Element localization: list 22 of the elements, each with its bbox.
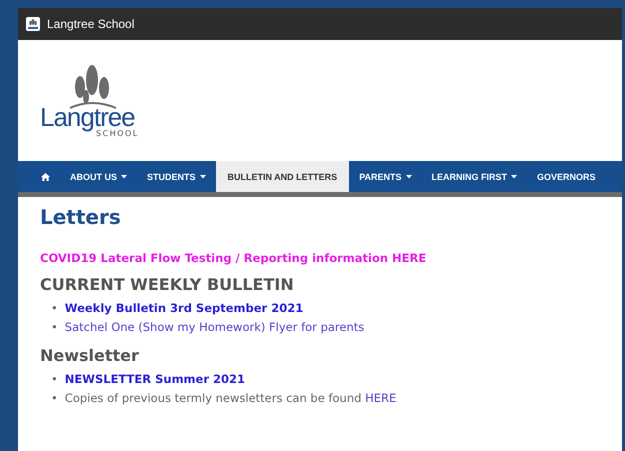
section-heading: CURRENT WEEKLY BULLETIN: [40, 275, 295, 294]
bullet: •: [51, 371, 58, 388]
bulletin-link[interactable]: Weekly Bulletin 3rd September 2021: [64, 299, 304, 318]
flyer-link[interactable]: Satchel One (Show my Homework) Flyer for parents: [64, 318, 364, 337]
covid-link[interactable]: COVID19 Lateral Flow Testing / Reporting information HERE: [40, 251, 426, 265]
here-link[interactable]: HERE: [365, 391, 396, 405]
window-title: Langtree School: [47, 17, 134, 31]
section-heading: Newsletter: [40, 346, 140, 365]
school-logo[interactable]: Langtree SCHOOL: [40, 64, 139, 138]
newsletter-note: Copies of previous termly newsletters can be found HERE: [64, 390, 396, 407]
bullet: •: [51, 319, 58, 336]
nav-tab[interactable]: ABOUT US: [60, 161, 137, 192]
nav-tab[interactable]: BULLETIN AND LETTERS: [216, 161, 350, 192]
nav-tab[interactable]: STUDENTS: [137, 161, 216, 192]
tree-logo-icon: [26, 17, 40, 31]
bullet: •: [51, 390, 58, 407]
bullet: •: [51, 300, 58, 317]
nav-tab[interactable]: LEARNING FIRST: [422, 161, 528, 192]
bulletin-link[interactable]: NEWSLETTER Summer 2021: [64, 370, 246, 389]
page-title: Letters: [40, 205, 122, 229]
nav-tab[interactable]: GOVERNORS: [527, 161, 606, 192]
nav-tab[interactable]: PARENTS: [349, 161, 422, 192]
